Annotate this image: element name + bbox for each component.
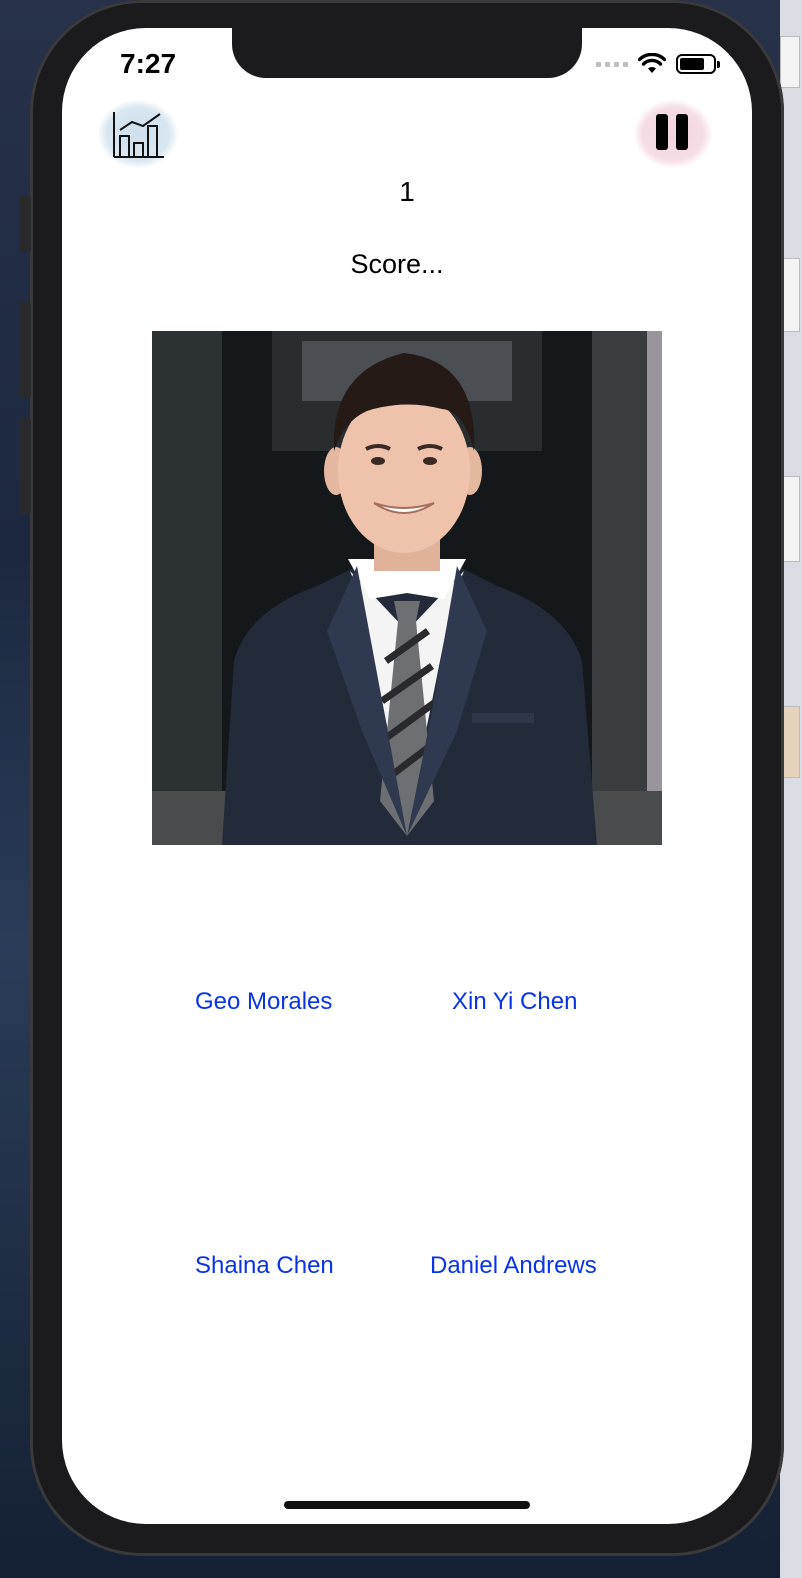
wifi-icon xyxy=(638,53,666,73)
pause-button[interactable] xyxy=(634,100,712,168)
status-time: 7:27 xyxy=(120,48,177,79)
pause-icon xyxy=(656,114,668,150)
choice-button-3[interactable]: Shaina Chen xyxy=(195,1252,334,1280)
cellular-signal-icon xyxy=(596,61,628,67)
bar-chart-icon xyxy=(113,112,164,158)
stats-button[interactable] xyxy=(98,100,178,168)
side-button xyxy=(19,418,31,514)
battery-icon xyxy=(676,54,720,74)
choice-button-2[interactable]: Xin Yi Chen xyxy=(452,988,577,1016)
pause-icon xyxy=(676,114,688,150)
home-indicator[interactable] xyxy=(284,1501,530,1509)
person-photo xyxy=(152,331,662,845)
notch xyxy=(232,28,582,78)
choice-button-1[interactable]: Geo Morales xyxy=(195,988,332,1016)
status-icons xyxy=(596,53,720,75)
side-button xyxy=(19,302,31,398)
score-label: Score... xyxy=(350,249,444,279)
question-counter: 1 xyxy=(399,176,415,207)
choice-button-4[interactable]: Daniel Andrews xyxy=(430,1252,597,1280)
side-button xyxy=(19,196,31,252)
desktop-thumbnail xyxy=(780,36,800,88)
app-screen: 7:27 1 Score... Geo Morales Xin Yi Chen … xyxy=(62,28,752,1524)
